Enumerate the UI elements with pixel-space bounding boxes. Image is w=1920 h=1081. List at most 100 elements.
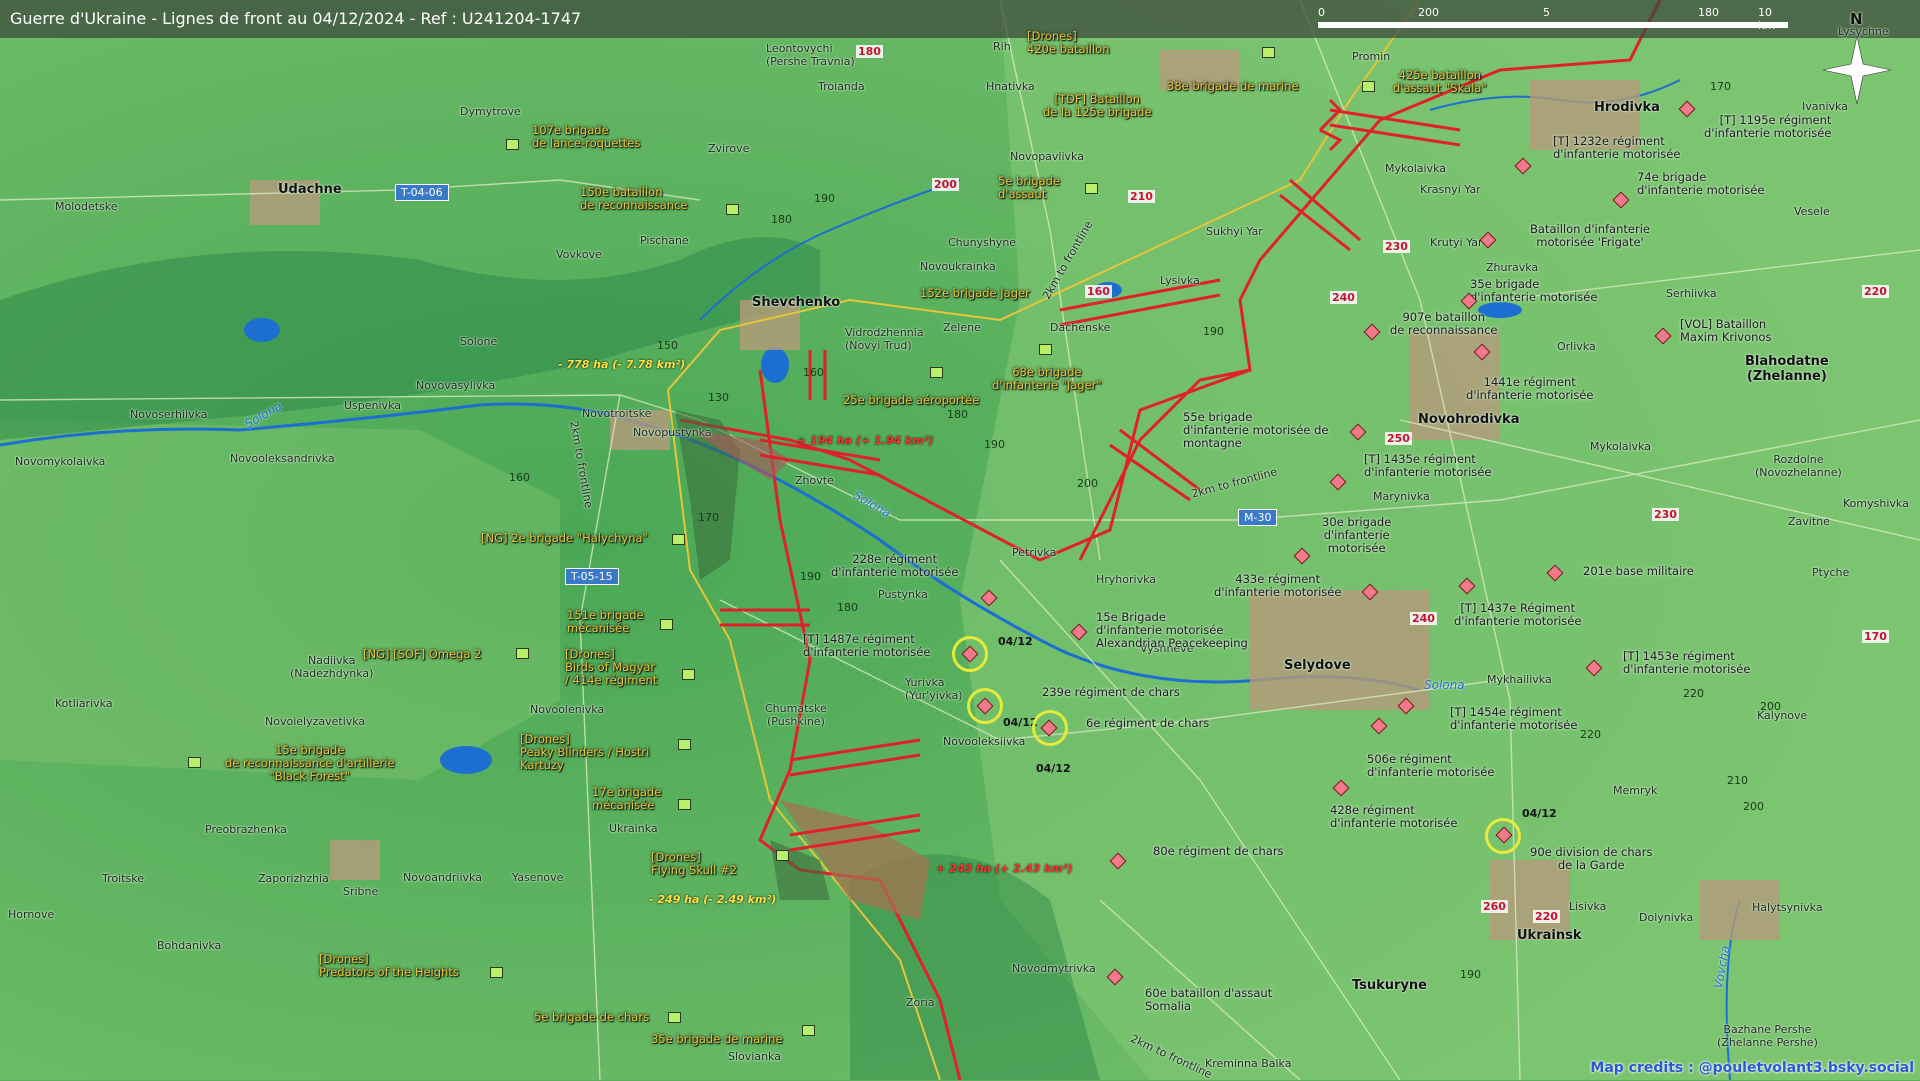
recent-engagement-marker[interactable] <box>1485 818 1521 854</box>
ru-unit-label: 74e brigade d'infanterie motorisée <box>1637 170 1765 197</box>
village-label: Hornove <box>8 908 55 921</box>
ru-unit-label: 55e brigade d'infanterie motorisée de mo… <box>1183 410 1329 450</box>
elevation-label: 170 <box>698 511 719 524</box>
village-label: Slovianka <box>728 1050 781 1063</box>
ru-unit-label: [T] 1195e régiment d'infanterie motorisé… <box>1704 113 1832 140</box>
village-label: Rozdolne (Novozhelanne) <box>1755 453 1842 479</box>
village-label: Zvirove <box>708 142 750 155</box>
road-number: 240 <box>1410 612 1437 625</box>
ua-unit-marker[interactable] <box>516 648 529 659</box>
territory-gain-label: + 243 ha (+ 2.43 km²) <box>936 862 1073 875</box>
village-label: Serhiivka <box>1666 287 1717 300</box>
ru-unit-label: 80e régiment de chars <box>1153 844 1284 858</box>
ua-unit-label: 152e brigade Jager <box>920 286 1030 300</box>
scale-bar: 0 200 5 180 10 km <box>1318 4 1788 34</box>
scale-label: 200 <box>1418 6 1439 19</box>
scale-label: 0 <box>1318 6 1325 19</box>
village-label: Sukhyi Yar <box>1206 225 1263 238</box>
village-label: Zaporizhzhia <box>258 872 329 885</box>
ru-unit-label: 428e régiment d'infanterie motorisée <box>1330 803 1458 830</box>
elevation-label: 160 <box>509 471 530 484</box>
village-label: Novoolenivka <box>530 703 605 716</box>
recent-engagement-marker[interactable] <box>967 688 1003 724</box>
village-label: Pustynka <box>878 588 928 601</box>
village-label: Mykolaivka <box>1385 162 1446 175</box>
ua-unit-marker[interactable] <box>1362 81 1375 92</box>
elevation-label: 150 <box>657 339 678 352</box>
ua-unit-marker[interactable] <box>188 757 201 768</box>
elevation-label: 220 <box>1580 728 1601 741</box>
ua-unit-marker[interactable] <box>726 204 739 215</box>
town-label: Hrodivka <box>1594 100 1660 115</box>
village-label: Novomykolaivka <box>15 455 106 468</box>
ua-unit-marker[interactable] <box>930 367 943 378</box>
ua-unit-marker[interactable] <box>776 850 789 861</box>
lake <box>761 347 789 383</box>
ua-unit-label: 68e brigade d'infanterie "Jager" <box>992 365 1102 392</box>
ua-unit-marker[interactable] <box>678 739 691 750</box>
ua-unit-label: 15e brigade de reconnaissance d'artiller… <box>225 743 395 783</box>
road-number: 250 <box>1385 432 1412 445</box>
ua-unit-marker[interactable] <box>678 799 691 810</box>
village-label: Novodmytrivka <box>1012 962 1096 975</box>
village-label: Lysivka <box>1160 274 1200 287</box>
map-credits[interactable]: Map credits : @pouletvolant3.bsky.social <box>1590 1060 1914 1076</box>
village-label: Orlivka <box>1557 340 1596 353</box>
ru-unit-label: 239e régiment de chars <box>1042 685 1180 699</box>
ua-unit-marker[interactable] <box>490 967 503 978</box>
village-label: Ptychе <box>1812 566 1850 579</box>
ua-unit-label: [Drones] Peaky Blinders / Hostri Kartuzy <box>520 732 650 772</box>
ua-unit-label: [NG] [SOF] Omega 2 <box>363 647 482 661</box>
ua-unit-label: [Drones] Flying Skull #2 <box>651 850 737 877</box>
territory-gain-label: + 194 ha (+ 1.94 km²) <box>797 434 934 447</box>
village-label: Novoandriivka <box>403 871 482 884</box>
map-canvas[interactable] <box>0 0 1920 1080</box>
village-label: Ukrainka <box>609 822 658 835</box>
ua-unit-marker[interactable] <box>672 534 685 545</box>
town-label: Shevchenko <box>752 295 841 310</box>
road-number: 210 <box>1128 190 1155 203</box>
village-label: Lisivka <box>1569 900 1607 913</box>
ua-unit-marker[interactable] <box>1039 344 1052 355</box>
ru-unit-label: 907e bataillon de reconnaissance <box>1390 310 1498 337</box>
ua-unit-marker[interactable] <box>1262 47 1275 58</box>
elevation-label: 190 <box>1460 968 1481 981</box>
village-label: Hryhorivka <box>1096 573 1157 586</box>
village-label: Ivanivka <box>1802 100 1848 113</box>
road-shield: T-05-15 <box>565 568 619 585</box>
town-label: Udachne <box>278 182 342 197</box>
territory-loss-label: - 249 ha (- 2.49 km²) <box>649 893 777 906</box>
village-label: Novooleksandrivka <box>230 452 335 465</box>
ru-unit-label: 6e régiment de chars <box>1086 716 1210 730</box>
river-label: Solona <box>1424 678 1465 692</box>
ua-unit-marker[interactable] <box>1085 183 1098 194</box>
ru-unit-label: 15e Brigade d'infanterie motorisée Alexa… <box>1096 610 1248 650</box>
ua-unit-label: 25e brigade aéroportée <box>843 393 980 407</box>
road-number: 200 <box>932 178 959 191</box>
village-label: Krasnyi Yar <box>1420 183 1481 196</box>
elevation-label: 180 <box>771 213 792 226</box>
road-shield: T-04-06 <box>395 184 449 201</box>
ua-unit-marker[interactable] <box>506 139 519 150</box>
engagement-date: 04/12 <box>1522 807 1557 820</box>
ua-unit-marker[interactable] <box>660 619 673 630</box>
elevation-label: 190 <box>1203 325 1224 338</box>
road-number: 160 <box>1085 285 1112 298</box>
village-label: Marynivka <box>1373 490 1430 503</box>
territory-loss-label: - 778 ha (- 7.78 km²) <box>558 358 686 371</box>
village-label: Promin <box>1352 50 1391 63</box>
elevation-label: 200 <box>1743 800 1764 813</box>
village-label: Zhuravka <box>1486 261 1539 274</box>
village-label: Memryk <box>1613 784 1658 797</box>
village-label: Dachenske <box>1050 321 1111 334</box>
ua-unit-marker[interactable] <box>668 1012 681 1023</box>
village-label: Bohdanivka <box>157 939 222 952</box>
village-label: Halytsynivka <box>1752 901 1823 914</box>
recent-engagement-marker[interactable] <box>1032 710 1068 746</box>
village-label: Chunyshyne <box>948 236 1017 249</box>
elevation-label: 220 <box>1683 687 1704 700</box>
ua-unit-label: [NG] 2e brigade "Halychyna" <box>481 531 648 545</box>
ua-unit-marker[interactable] <box>682 669 695 680</box>
recent-engagement-marker[interactable] <box>952 636 988 672</box>
ua-unit-marker[interactable] <box>802 1025 815 1036</box>
